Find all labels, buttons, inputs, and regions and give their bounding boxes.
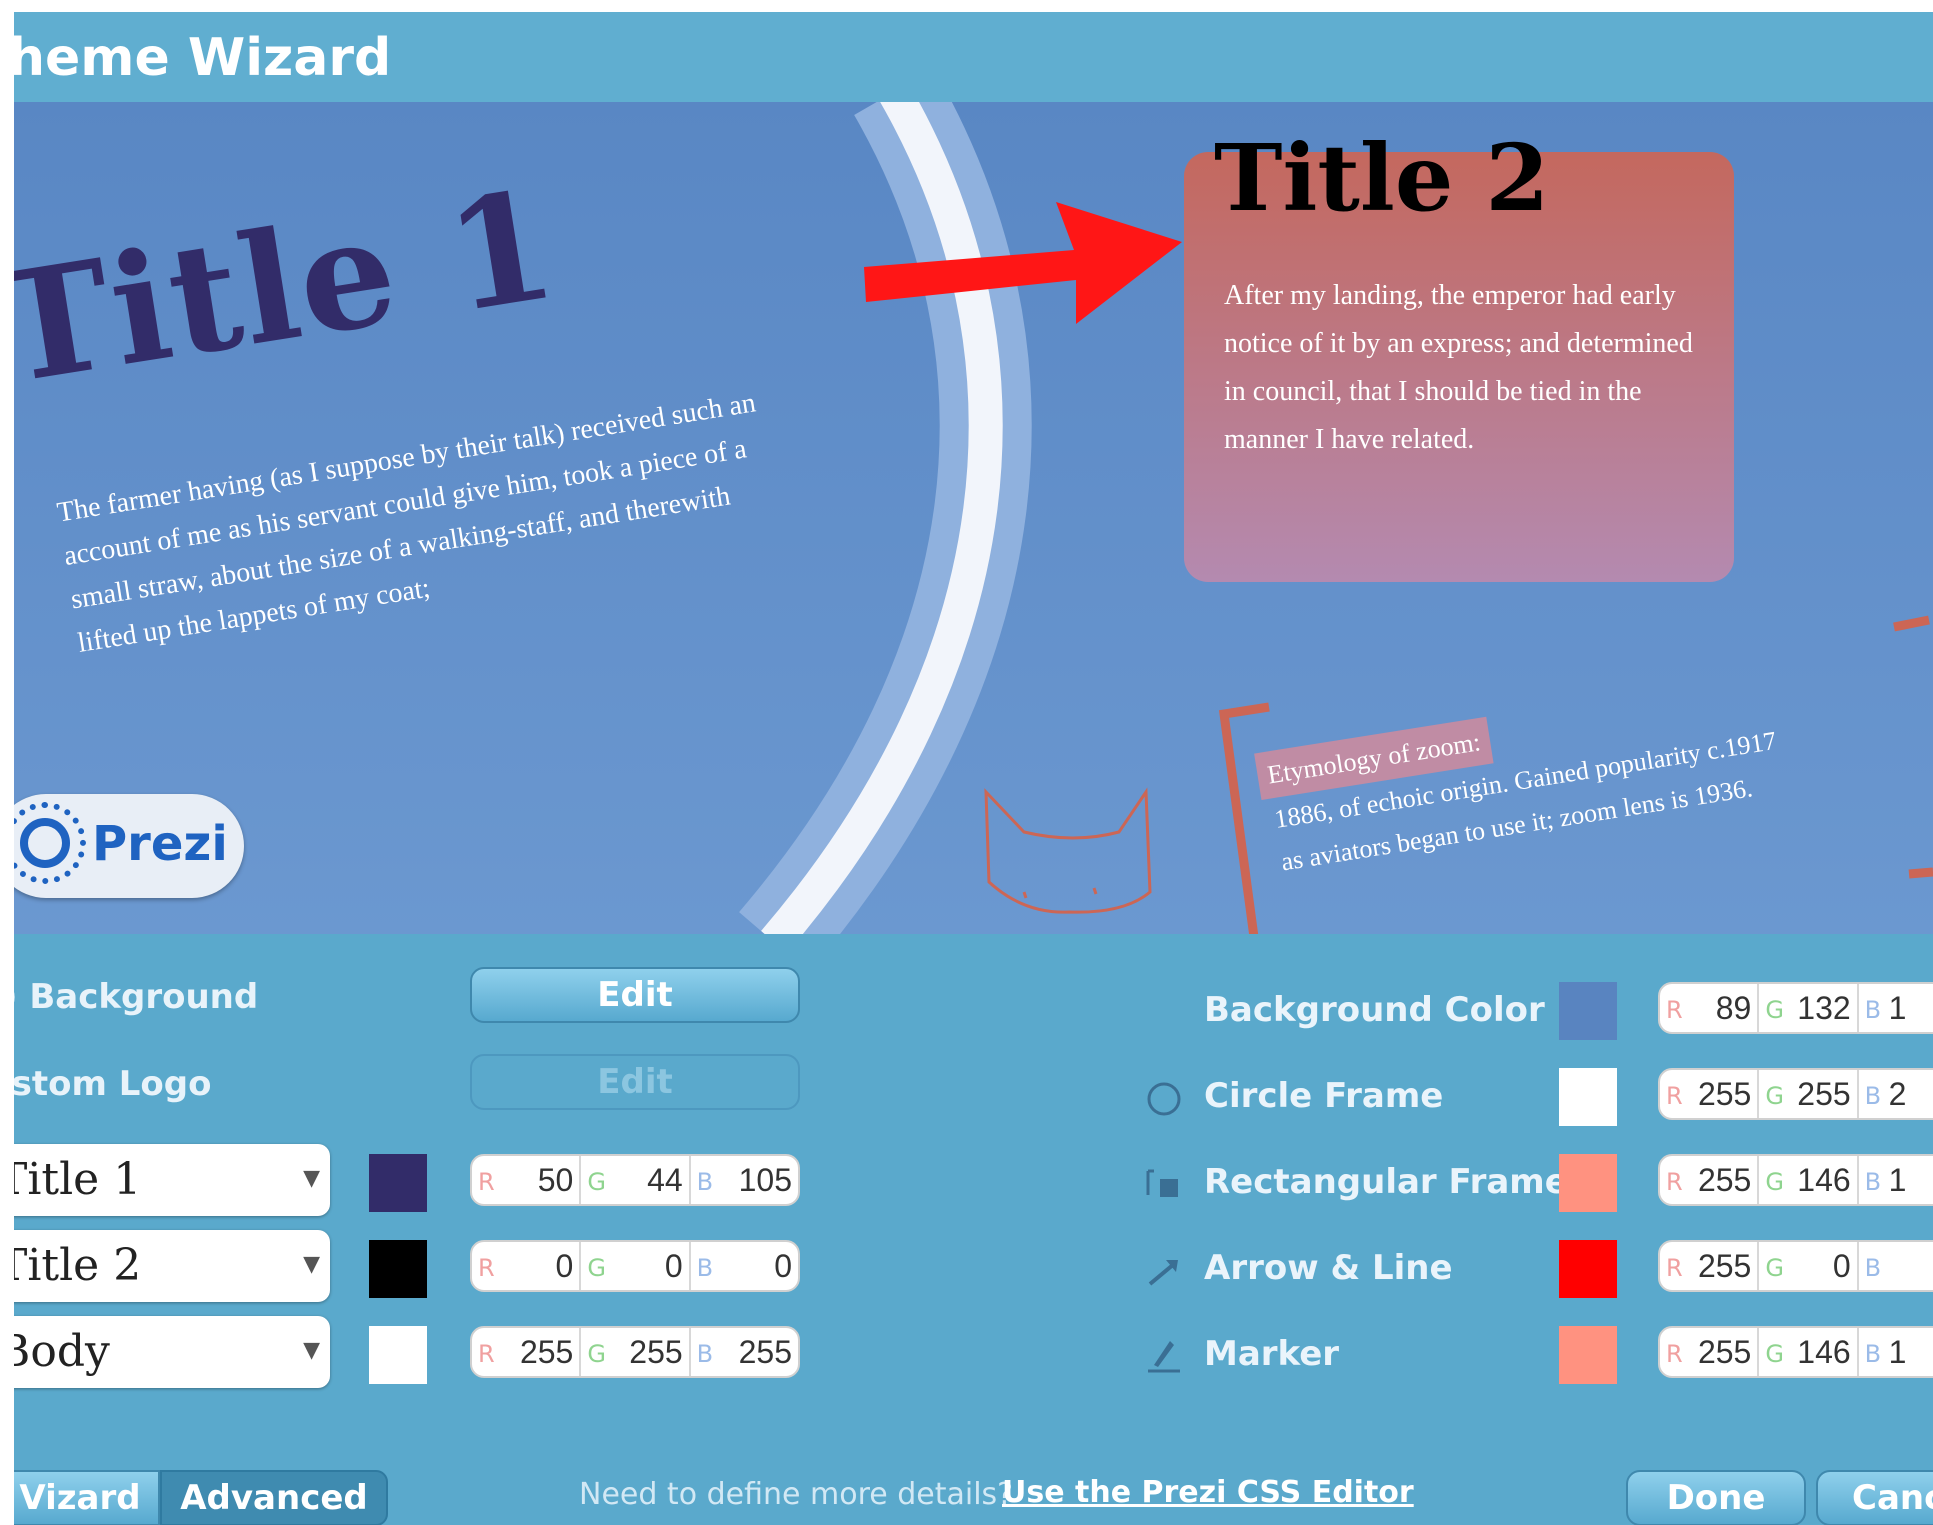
font-select-value: Body <box>14 1326 110 1377</box>
tab-advanced[interactable]: Advanced <box>160 1470 388 1525</box>
background-color-rgb-input: R 89 G 132 B1 <box>1658 982 1933 1034</box>
dropdown-arrow-icon: ▼ <box>303 1338 320 1363</box>
preview-body-2: After my landing, the emperor had early … <box>1224 280 1693 455</box>
custom-logo-label: istom Logo <box>14 1064 212 1104</box>
title-1-rgb-input: R 50 G 44 B 105 <box>470 1154 800 1206</box>
preview-title-2: Title 2 <box>1214 124 1550 232</box>
done-button[interactable]: Done <box>1626 1470 1806 1525</box>
window-title: heme Wizard <box>14 28 392 88</box>
marker-icon <box>1148 1341 1180 1373</box>
theme-preview: Title 1 The farmer having (as I suppose … <box>14 102 1933 934</box>
red-field[interactable]: R0 <box>472 1242 582 1290</box>
circle-frame-icon <box>1147 1082 1181 1116</box>
blue-field[interactable]: B <box>1859 1242 1933 1290</box>
red-field[interactable]: R 89 <box>1660 984 1760 1032</box>
prezi-logo: Prezi <box>14 794 244 898</box>
bracket-frame-right <box>1893 615 1933 879</box>
bracket-frame-left <box>1218 702 1270 934</box>
body-rgb-input: R 255 G 255 B 255 <box>470 1326 800 1378</box>
arrow-line-icon <box>1148 1260 1178 1286</box>
body-color-swatch[interactable] <box>369 1326 427 1384</box>
theme-wizard-window: heme Wizard Title 1 The farmer having (a… <box>14 12 1933 1525</box>
title-2-rgb-input: R0 G0 B0 <box>470 1240 800 1292</box>
green-field[interactable]: G 132 <box>1759 984 1859 1032</box>
green-field[interactable]: G 255 <box>581 1328 691 1376</box>
rectangular-frames-swatch[interactable] <box>1559 1154 1617 1212</box>
circle-frame-rgb-input: R 255 G 255 B2 <box>1658 1068 1933 1120</box>
background-edit-button[interactable]: Edit <box>470 967 800 1023</box>
green-field[interactable]: G 146 <box>1759 1156 1859 1204</box>
dropdown-arrow-icon: ▼ <box>303 1252 320 1277</box>
prezi-css-editor-link[interactable]: Use the Prezi CSS Editor <box>1002 1475 1414 1510</box>
marker-label: Marker <box>1204 1334 1340 1374</box>
blue-field[interactable]: B2 <box>1859 1070 1933 1118</box>
font-select-value: Title 2 <box>14 1240 142 1291</box>
font-select-value: Title 1 <box>14 1154 142 1205</box>
blue-field[interactable]: B 105 <box>691 1156 798 1204</box>
prezi-logo-text: Prezi <box>92 816 228 872</box>
red-field[interactable]: R 50 <box>472 1156 582 1204</box>
rectangular-frames-icon <box>1146 1169 1178 1197</box>
background-label: ) Background <box>14 977 259 1017</box>
circle-frame-label: Circle Frame <box>1204 1076 1444 1116</box>
cancel-button[interactable]: Canc <box>1816 1470 1933 1525</box>
rectangular-frames-rgb-input: R 255 G 146 B1 <box>1658 1154 1933 1206</box>
rectangular-frames-label: Rectangular Frames <box>1204 1162 1589 1202</box>
green-field[interactable]: G 44 <box>581 1156 691 1204</box>
red-field[interactable]: R 255 <box>1660 1328 1760 1376</box>
green-field[interactable]: G 255 <box>1759 1070 1859 1118</box>
red-field[interactable]: R 255 <box>1660 1242 1760 1290</box>
background-color-label: Background Color <box>1204 990 1545 1030</box>
circle-frame-swatch[interactable] <box>1559 1068 1617 1126</box>
blue-field[interactable]: B0 <box>691 1242 798 1290</box>
red-field[interactable]: R 255 <box>1660 1156 1760 1204</box>
marker-cat-doodle <box>984 787 1152 914</box>
red-field[interactable]: R 255 <box>472 1328 582 1376</box>
red-field[interactable]: R 255 <box>1660 1070 1760 1118</box>
title-bar: heme Wizard <box>14 12 1933 102</box>
green-field[interactable]: G0 <box>1759 1242 1859 1290</box>
arrow-line-rgb-input: R 255 G0 B <box>1658 1240 1933 1292</box>
font-select-title-2[interactable]: Title 2 ▼ <box>14 1230 330 1302</box>
title-2-color-swatch[interactable] <box>369 1240 427 1298</box>
blue-field[interactable]: B 255 <box>691 1328 798 1376</box>
blue-field[interactable]: B1 <box>1859 1156 1933 1204</box>
font-select-body[interactable]: Body ▼ <box>14 1316 330 1388</box>
title-1-color-swatch[interactable] <box>369 1154 427 1212</box>
more-details-text: Need to define more details? <box>579 1477 1014 1512</box>
marker-swatch[interactable] <box>1559 1326 1617 1384</box>
prezi-logo-icon-inner <box>20 818 70 868</box>
tab-wizard[interactable]: Vizard <box>14 1470 160 1525</box>
arrow-line-swatch[interactable] <box>1559 1240 1617 1298</box>
blue-field[interactable]: B1 <box>1859 1328 1933 1376</box>
arrow-line-label: Arrow & Line <box>1204 1248 1453 1288</box>
blue-field[interactable]: B1 <box>1859 984 1933 1032</box>
custom-logo-edit-button[interactable]: Edit <box>470 1054 800 1110</box>
green-field[interactable]: G 146 <box>1759 1328 1859 1376</box>
marker-rgb-input: R 255 G 146 B1 <box>1658 1326 1933 1378</box>
green-field[interactable]: G0 <box>581 1242 691 1290</box>
font-select-title-1[interactable]: Title 1 ▼ <box>14 1144 330 1216</box>
background-color-swatch[interactable] <box>1559 982 1617 1040</box>
dropdown-arrow-icon: ▼ <box>303 1166 320 1191</box>
